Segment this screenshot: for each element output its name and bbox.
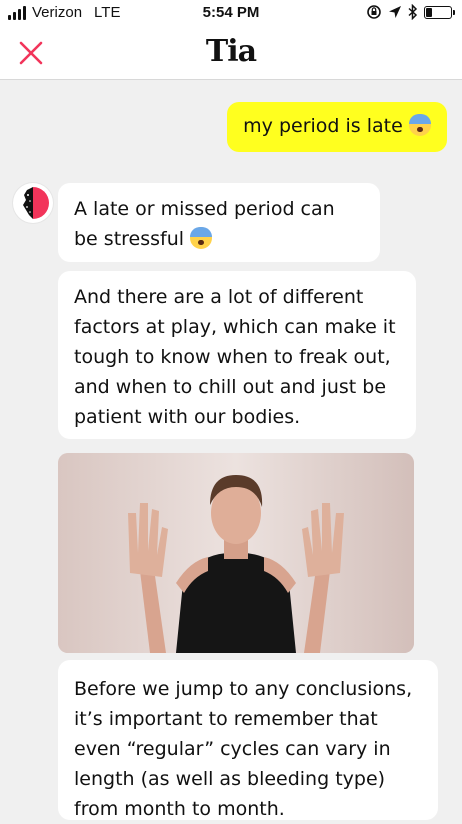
bot-message-text: And there are a lot of different factors…	[74, 286, 396, 428]
orientation-lock-icon	[367, 5, 381, 19]
bot-avatar	[13, 183, 53, 223]
bot-message-text: Before we jump to any conclusions, it’s …	[74, 678, 413, 820]
user-message-bubble: my period is late	[227, 102, 447, 152]
anxious-face-icon	[408, 114, 431, 136]
status-right	[366, 4, 455, 20]
user-message-text: my period is late	[243, 115, 403, 137]
logo-text: Tia	[205, 34, 257, 69]
battery-icon	[424, 5, 455, 19]
woman-gesturing-image	[58, 453, 414, 653]
tia-avatar-icon	[23, 187, 49, 219]
bot-message-bubble: A late or missed period can be stressful	[58, 183, 380, 262]
app-header: Tia	[0, 28, 462, 80]
status-bar: Verizon LTE 5:54 PM	[0, 0, 462, 28]
bot-message-bubble: And there are a lot of different factors…	[58, 271, 416, 439]
location-icon	[389, 6, 401, 18]
app-logo: Tia	[0, 34, 462, 69]
bluetooth-icon	[408, 4, 418, 20]
video-thumbnail[interactable]	[58, 453, 414, 653]
anxious-face-icon	[190, 227, 213, 249]
bot-message-bubble: Before we jump to any conclusions, it’s …	[58, 660, 438, 820]
